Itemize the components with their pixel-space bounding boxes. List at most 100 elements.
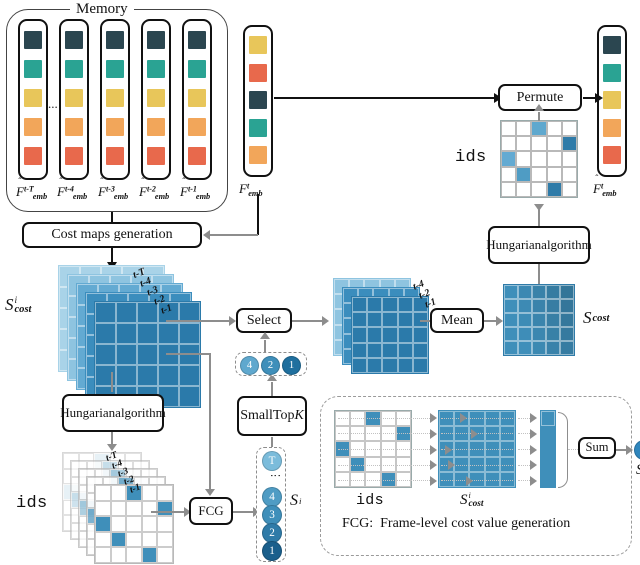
fcg-row-flow <box>338 464 432 466</box>
topk-vertical-badge[interactable]: 3 <box>262 505 282 525</box>
matrix-cell <box>546 166 562 182</box>
topk-horizontal-badge[interactable]: 1 <box>282 356 301 375</box>
matrix-cell <box>561 166 577 182</box>
feature-token <box>603 91 621 109</box>
matrix-cell <box>516 151 532 167</box>
feature-token <box>249 36 267 54</box>
hungarian-left-box[interactable]: Hungarian algorithm <box>60 394 166 432</box>
memory-column-label: F ˆ t-4emb <box>57 177 88 201</box>
fcg-box[interactable]: FCG <box>189 497 233 525</box>
matrix-cell <box>546 285 560 299</box>
subscript: cost <box>592 312 610 324</box>
matrix-cell <box>352 327 368 343</box>
select-to-selstack <box>292 320 322 322</box>
matrix-cell <box>95 547 111 563</box>
memory-ellipsis: ... <box>48 96 58 111</box>
feature-token <box>65 60 83 78</box>
feature-token <box>147 89 165 107</box>
fcgfeed-down <box>209 353 211 489</box>
matrix-cell <box>518 313 532 327</box>
matrix-cell <box>560 313 574 327</box>
matrix-cell <box>501 121 517 137</box>
matrix-cell <box>158 323 179 344</box>
matrix-cell <box>110 500 127 517</box>
matrix-cell <box>397 342 413 358</box>
fcg-row-flow <box>338 449 432 450</box>
fcg-row-flow <box>338 417 432 419</box>
matrix-cell <box>504 299 518 313</box>
matrix-cell <box>352 342 368 358</box>
matrix-cell <box>397 297 413 313</box>
box-label-line: algorithm <box>115 404 166 420</box>
s-cost-label: Scost <box>583 308 610 327</box>
topk-horizontal-badge[interactable]: 2 <box>261 356 280 375</box>
feature-token <box>188 147 206 165</box>
select-box[interactable]: Select <box>236 308 292 333</box>
fcg-row-to-vector <box>518 417 530 419</box>
matrix-cell <box>137 323 158 344</box>
fcg-ids-label: ids <box>356 492 384 509</box>
permute-to-output-head <box>595 92 603 103</box>
matrix-cell <box>532 285 546 299</box>
cost-stack-label: Si cost <box>5 295 32 316</box>
feature-token <box>65 89 83 107</box>
feature-token <box>603 146 621 164</box>
feature-token <box>24 60 42 78</box>
fcg-row-flow-head <box>430 475 437 486</box>
matrix-cell <box>158 365 179 386</box>
feature-token <box>65 31 83 49</box>
matrix-cell <box>560 327 574 341</box>
fcg-caption-text: Frame-level cost value generation <box>373 516 571 531</box>
fcgfeed-down-head <box>204 489 215 496</box>
topk-vertical-badge[interactable]: 1 <box>262 541 282 561</box>
cost-maps-generation-box[interactable]: Cost maps generation <box>22 222 202 248</box>
selection-to-select-head <box>259 332 270 339</box>
matrix-cell <box>382 312 398 328</box>
memory-feature-column <box>182 19 212 180</box>
topk-horizontal-badge[interactable]: 4 <box>240 356 259 375</box>
coststack-to-hungarian-left <box>111 372 113 392</box>
fcg-row-flow-head <box>430 444 437 455</box>
topk-vertical-ellipsis: ⋮ <box>269 470 281 482</box>
box-label-line: FCG <box>198 502 224 518</box>
ids-matrix-filled-cell <box>516 166 532 182</box>
matrix-cell <box>546 327 560 341</box>
fcg-row-to-vector <box>518 480 530 482</box>
matrix-cell <box>126 500 142 517</box>
current-frame-column <box>243 25 273 177</box>
fcg-result-badge[interactable]: i <box>634 440 640 460</box>
coststack-to-select-head <box>229 315 236 326</box>
feature-token <box>24 118 42 136</box>
matrix-cell <box>95 302 116 323</box>
feature-token <box>188 60 206 78</box>
topk-vertical-badge[interactable]: T <box>262 451 282 471</box>
hat-accent: ˆ <box>141 177 145 188</box>
topk-vertical-badge[interactable]: 4 <box>262 487 282 507</box>
matrix-cell <box>412 342 428 358</box>
topk-vertical-badge[interactable]: 2 <box>262 523 282 543</box>
hungarian-left-to-idsstack <box>111 432 113 444</box>
feature-token <box>603 63 621 82</box>
memory-column-label: F ˆ t-3emb <box>98 177 129 201</box>
feature-token <box>106 89 124 107</box>
matrix-cell <box>157 516 173 532</box>
fcg-sum-box[interactable]: Sum <box>578 437 616 459</box>
box-label-line: Select <box>246 312 282 328</box>
idstop-to-permute-head <box>533 104 544 111</box>
feature-token <box>106 118 124 136</box>
matrix-cell <box>126 547 142 563</box>
matrix-cell <box>126 516 142 532</box>
hat-accent: ˆ <box>100 177 104 188</box>
subscript: emb <box>113 191 129 201</box>
small-topk-box[interactable]: Small TopK <box>237 396 307 436</box>
mean-box[interactable]: Mean <box>430 308 484 333</box>
ids-top-label: ids <box>455 148 487 167</box>
matrix-cell <box>367 357 383 373</box>
smalltopk-to-selection <box>271 382 273 396</box>
memory-column-label: F ˆ t-1emb <box>180 177 211 201</box>
matrix-cell <box>501 136 517 152</box>
hungarian-right-box[interactable]: Hungarian algorithm <box>486 226 592 264</box>
fcg-row-flow-inner-head <box>470 428 478 439</box>
feature-token <box>24 31 42 49</box>
fcg-result-vector <box>540 410 556 488</box>
